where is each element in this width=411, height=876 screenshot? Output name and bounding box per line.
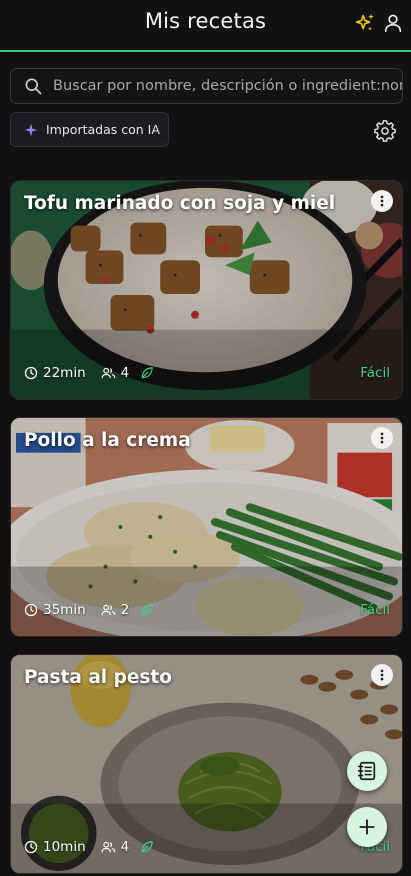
recipe-servings: 4: [120, 365, 130, 381]
ai-sparkles-icon: [24, 123, 38, 136]
filter-chip-label: Importadas con IA: [46, 122, 160, 137]
top-app-bar: Mis recetas: [0, 0, 411, 52]
more-vertical-icon: [380, 195, 384, 207]
recipe-book-button[interactable]: [347, 751, 387, 791]
page-title: Mis recetas: [144, 9, 267, 33]
users-icon: [101, 604, 116, 616]
ai-sparkles-icon[interactable]: [354, 12, 376, 34]
clock-icon: [24, 603, 38, 617]
user-icon[interactable]: [382, 12, 404, 34]
more-options-button[interactable]: [371, 427, 393, 449]
recipe-time: 22min: [43, 365, 86, 381]
gear-icon[interactable]: [374, 120, 396, 142]
recipe-meta: 22min 4: [24, 365, 154, 381]
recipe-card[interactable]: Pollo a la crema 35min 2 Fácil: [10, 417, 403, 637]
leaf-icon: [141, 604, 154, 616]
recipe-time: 10min: [43, 839, 86, 855]
clock-icon: [24, 366, 38, 380]
search-icon: [25, 78, 42, 95]
recipe-difficulty: Fácil: [360, 365, 390, 381]
recipe-title: Tofu marinado con soja y miel: [24, 193, 336, 214]
filter-chip-ai-imported[interactable]: Importadas con IA: [10, 112, 169, 147]
users-icon: [101, 841, 116, 853]
recipe-card[interactable]: Tofu marinado con soja y miel 22min 4 Fá…: [10, 180, 403, 400]
recipe-title: Pollo a la crema: [24, 430, 191, 451]
app-root: Mis recetas Importada: [0, 0, 411, 876]
leaf-icon: [141, 367, 154, 379]
leaf-icon: [141, 841, 154, 853]
recipe-time: 35min: [43, 602, 86, 618]
search-bar[interactable]: [10, 68, 403, 104]
recipe-book-icon: [357, 761, 376, 781]
more-options-button[interactable]: [371, 190, 393, 212]
users-icon: [101, 367, 116, 379]
search-input[interactable]: [53, 78, 402, 94]
more-vertical-icon: [380, 432, 384, 444]
more-vertical-icon: [380, 669, 384, 681]
add-icon: [359, 819, 375, 835]
more-options-button[interactable]: [371, 664, 393, 686]
recipe-difficulty: Fácil: [360, 602, 390, 618]
recipe-meta: 10min 4: [24, 839, 154, 855]
recipe-title: Pasta al pesto: [24, 667, 172, 688]
recipe-card[interactable]: Pasta al pesto 10min 4 Fácil: [10, 654, 403, 874]
add-recipe-button[interactable]: [347, 807, 387, 847]
clock-icon: [24, 840, 38, 854]
recipe-meta: 35min 2: [24, 602, 154, 618]
recipe-servings: 4: [120, 839, 130, 855]
recipe-servings: 2: [120, 602, 130, 618]
